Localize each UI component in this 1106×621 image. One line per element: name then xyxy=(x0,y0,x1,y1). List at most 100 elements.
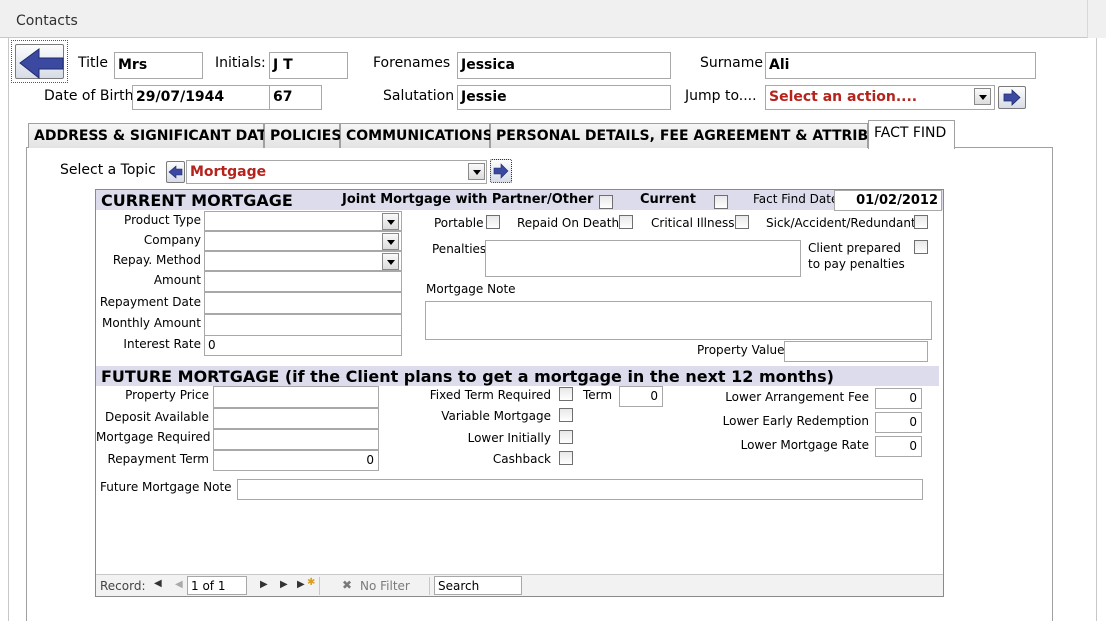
variable-mortgage-checkbox[interactable] xyxy=(559,408,573,422)
repayment-date-field[interactable] xyxy=(204,292,402,314)
future-mortgage-heading: FUTURE MORTGAGE (if the Client plans to … xyxy=(101,367,834,386)
mortgage-required-field[interactable] xyxy=(213,429,379,450)
company-dropdown-button[interactable] xyxy=(382,233,399,250)
back-button-face xyxy=(15,44,64,80)
jump-to-label: Jump to.... xyxy=(685,88,757,104)
property-value-field[interactable] xyxy=(784,341,928,362)
last-record-icon[interactable]: ▶ xyxy=(280,579,288,590)
search-input[interactable]: Search xyxy=(434,576,522,595)
salutation-label: Salutation xyxy=(383,88,455,104)
jump-to-dropdown-button[interactable] xyxy=(974,88,991,105)
initials-field[interactable]: J T xyxy=(269,52,348,79)
new-record-icon[interactable]: ▶ xyxy=(297,579,305,590)
topic-dropdown-button[interactable] xyxy=(468,163,485,180)
mortgage-note-field[interactable] xyxy=(425,301,932,340)
mortgage-required-label: Mortgage Required xyxy=(96,430,211,444)
forenames-field[interactable]: Jessica xyxy=(457,52,671,79)
back-button[interactable] xyxy=(11,40,68,83)
term-field[interactable]: 0 xyxy=(619,386,663,407)
tab-personal-details[interactable]: PERSONAL DETAILS, FEE AGREEMENT & ATTRIB… xyxy=(490,123,909,148)
property-value-label: Property Value xyxy=(697,343,785,357)
no-filter-button[interactable]: No Filter xyxy=(360,579,410,593)
record-navigation-bar: Record: ◀​ ◀ 1 of 1 ▶ ▶ ▶ ✱ ✖ No Filter … xyxy=(96,574,943,596)
topic-next-button[interactable] xyxy=(490,159,512,183)
jump-to-select[interactable]: Select an action.... xyxy=(765,85,995,110)
surname-field[interactable]: Ali xyxy=(765,52,1036,79)
tab-communications[interactable]: COMMUNICATIONS xyxy=(340,123,493,148)
arrow-right-icon xyxy=(493,163,509,179)
title-field[interactable]: Mrs xyxy=(114,52,203,79)
joint-mortgage-checkbox[interactable] xyxy=(599,195,613,209)
record-position-field[interactable]: 1 of 1 xyxy=(187,576,247,595)
lower-early-redemption-field[interactable]: 0 xyxy=(875,412,922,433)
initials-label: Initials: xyxy=(215,55,266,71)
repayment-term-field[interactable]: 0 xyxy=(213,450,379,471)
client-prepared-label-2: to pay penalties xyxy=(808,257,905,271)
lower-initially-checkbox[interactable] xyxy=(559,430,573,444)
fact-find-date-field[interactable]: 01/02/2012 xyxy=(834,190,942,211)
tab-fact-find[interactable]: FACT FIND xyxy=(868,120,955,149)
repaid-on-death-label: Repaid On Death xyxy=(517,216,620,230)
vertical-scrollbar[interactable] xyxy=(1087,0,1106,38)
joint-mortgage-label: Joint Mortgage with Partner/Other xyxy=(342,192,594,207)
repay-method-label: Repay. Method xyxy=(112,253,201,267)
arrow-left-icon xyxy=(19,48,64,80)
product-type-select[interactable] xyxy=(204,211,402,231)
nav-separator xyxy=(319,577,320,595)
cashback-checkbox[interactable] xyxy=(559,451,573,465)
portable-checkbox[interactable] xyxy=(486,215,500,229)
next-record-icon[interactable]: ▶ xyxy=(260,579,268,590)
lower-mortgage-rate-label: Lower Mortgage Rate xyxy=(740,438,869,452)
fixed-term-label: Fixed Term Required xyxy=(429,388,551,402)
sick-accident-checkbox[interactable] xyxy=(914,215,928,229)
sick-accident-label: Sick/Accident/Redundant xyxy=(766,216,916,230)
mortgage-note-label: Mortgage Note xyxy=(426,282,516,296)
repaid-on-death-checkbox[interactable] xyxy=(619,215,633,229)
company-select[interactable] xyxy=(204,231,402,251)
monthly-amount-field[interactable] xyxy=(204,314,402,336)
prev-record-icon[interactable]: ◀ xyxy=(175,579,183,590)
tab-label: ADDRESS & SIGNIFICANT DATES xyxy=(34,128,287,144)
lower-arrangement-field[interactable]: 0 xyxy=(875,388,922,409)
jump-go-button[interactable] xyxy=(998,86,1026,109)
term-label: Term xyxy=(583,388,613,402)
property-price-field[interactable] xyxy=(213,386,379,408)
repay-method-select[interactable] xyxy=(204,251,402,271)
property-price-label: Property Price xyxy=(125,388,209,402)
nav-separator xyxy=(429,577,430,595)
topic-prev-button[interactable] xyxy=(166,161,185,183)
current-checkbox[interactable] xyxy=(714,195,728,209)
tab-policies[interactable]: POLICIES xyxy=(264,123,342,148)
critical-illness-label: Critical Illness xyxy=(651,216,735,230)
forenames-label: Forenames xyxy=(373,55,451,71)
amount-label: Amount xyxy=(153,273,201,287)
first-record-icon[interactable]: ◀​ xyxy=(154,578,162,589)
tab-address[interactable]: ADDRESS & SIGNIFICANT DATES xyxy=(28,123,286,148)
critical-illness-checkbox[interactable] xyxy=(735,215,749,229)
variable-mortgage-label: Variable Mortgage xyxy=(441,409,551,423)
penalties-field[interactable] xyxy=(485,240,801,277)
dob-field[interactable]: 29/07/1944 xyxy=(132,85,270,110)
fixed-term-checkbox[interactable] xyxy=(559,387,573,401)
repay-method-dropdown-button[interactable] xyxy=(382,253,399,270)
product-type-dropdown-button[interactable] xyxy=(382,213,399,230)
portable-label: Portable xyxy=(434,216,484,230)
window-title: Contacts xyxy=(16,13,78,29)
lower-mortgage-rate-field[interactable]: 0 xyxy=(875,436,922,457)
age-field[interactable]: 67 xyxy=(269,85,322,110)
tab-label: POLICIES xyxy=(270,128,342,144)
deposit-available-label: Deposit Available xyxy=(104,410,209,424)
lower-initially-label: Lower Initially xyxy=(467,431,551,445)
future-note-field[interactable] xyxy=(237,479,923,500)
topic-label: Select a Topic xyxy=(60,162,156,178)
client-prepared-checkbox[interactable] xyxy=(914,240,928,254)
salutation-field[interactable]: Jessie xyxy=(457,85,671,110)
current-label: Current xyxy=(640,192,696,207)
repayment-date-label: Repayment Date xyxy=(99,295,201,309)
amount-field[interactable] xyxy=(204,271,402,292)
cashback-label: Cashback xyxy=(492,452,551,466)
client-prepared-label: Client prepared xyxy=(808,241,901,255)
topic-select[interactable]: Mortgage xyxy=(186,160,487,184)
deposit-available-field[interactable] xyxy=(213,408,379,429)
interest-rate-field[interactable]: 0 xyxy=(204,335,402,356)
